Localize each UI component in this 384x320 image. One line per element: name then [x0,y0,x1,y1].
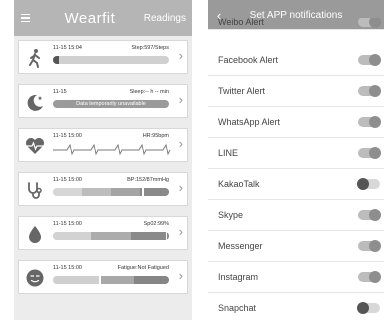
bar-segment [53,232,92,240]
notification-row[interactable]: Facebook Alert [208,45,384,76]
bar-segment [82,188,111,196]
steps-card[interactable]: 11-15 15:04 Step:597/Steps › [18,40,188,74]
notification-label: Weibo Alert [218,18,264,27]
bar-segment [99,276,135,284]
reading-time: 11-15 15:00 [53,265,82,271]
chevron-right-icon: › [178,268,183,283]
reading-time: 11-15 15:00 [53,133,82,139]
moon-icon [27,94,43,111]
face-icon [26,269,44,287]
chevron-right-icon: › [178,92,183,107]
blood-pressure-marker [142,188,144,196]
chevron-right-icon: › [178,48,183,63]
spo2-bar [53,232,169,240]
toggle-switch[interactable] [358,85,381,97]
notification-row[interactable]: WhatsApp Alert [208,107,384,138]
toggle-switch[interactable] [358,240,381,252]
spo2-marker [165,232,168,240]
app-header: Wearfit Readings [14,0,192,36]
chevron-right-icon: › [178,224,183,239]
bar-segment [53,188,82,196]
notification-row[interactable]: Instagram [208,262,384,293]
notification-label: Messenger [218,241,263,251]
toggle-knob [369,85,381,97]
notification-label: Facebook Alert [218,55,279,65]
toggle-switch[interactable] [358,18,381,28]
heart-rate-card[interactable]: 11-15 15:00 HR:95bpm › [18,128,188,162]
readings-tab[interactable]: Readings [144,13,192,24]
sleep-value: Sleep:-- h -- min [129,89,169,95]
reading-time: 11-15 15:04 [53,45,82,51]
bar-segment [130,232,169,240]
notification-label: Skype [218,210,244,220]
blood-pressure-bar [53,188,169,196]
bar-segment [140,188,169,196]
fatigue-marker [99,276,101,284]
bar-segment [53,276,100,284]
walking-icon [29,49,40,68]
chevron-right-icon: › [178,136,183,151]
toggle-knob [357,302,369,314]
notification-row[interactable]: Skype [208,200,384,231]
notification-label: Twitter Alert [218,86,266,96]
blood-pressure-value: BP:152/87mmHg [127,177,169,183]
toggle-knob [369,147,381,159]
reading-time: 11-15 [53,89,67,95]
heart-rate-value: HR:95bpm [142,133,169,139]
toggle-switch[interactable] [357,302,380,314]
toggle-knob [369,271,381,283]
notification-label: Instagram [218,272,259,282]
toggle-knob [369,54,381,66]
toggle-switch[interactable] [358,271,381,283]
notification-row[interactable]: KakaoTalk [208,169,384,200]
chevron-right-icon: › [178,180,183,195]
heart-rate-waveform [53,143,171,156]
notification-row[interactable]: Twitter Alert [208,76,384,107]
heart-pulse-icon [26,138,44,154]
toggle-knob [369,240,381,252]
spo2-value: Sp02:99% [143,221,169,227]
app-title: Wearfit [64,9,116,27]
toggle-knob [369,209,381,221]
fatigue-value: Fatigue:Not Fatigued [117,265,169,271]
step-value: Step:597/Steps [131,45,169,51]
fatigue-bar [53,276,169,284]
step-progress-bar [53,56,169,64]
notification-label: KakaoTalk [218,179,260,189]
toggle-switch[interactable] [358,116,381,128]
toggle-knob [369,116,381,128]
notification-row[interactable]: Messenger [208,231,384,262]
reading-time: 11-15 15:00 [53,221,82,227]
step-progress-fill [53,56,59,64]
menu-icon[interactable] [14,0,36,36]
sleep-bar: Data temporarily unavailable [53,100,169,108]
toggle-switch[interactable] [358,54,381,66]
sleep-unavailable-text: Data temporarily unavailable [76,101,146,107]
bar-segment [134,276,169,284]
notification-row[interactable]: Snapchat [208,293,384,320]
toggle-knob [357,178,369,190]
reading-time: 11-15 15:00 [53,177,82,183]
wearfit-readings-screen: Wearfit Readings 11-15 15:04 Step:597/St… [14,0,192,320]
sleep-card[interactable]: 11-15 Sleep:-- h -- min Data temporarily… [18,84,188,118]
notification-row[interactable]: LINE [208,138,384,169]
blood-pressure-card[interactable]: 11-15 15:00 BP:152/87mmHg › [18,172,188,206]
fatigue-card[interactable]: 11-15 15:00 Fatigue:Not Fatigued › [18,260,188,294]
toggle-switch[interactable] [357,178,380,190]
notification-label: LINE [218,148,239,158]
drop-icon [29,226,41,243]
notification-label: WhatsApp Alert [218,117,281,127]
bar-segment [111,188,140,196]
toggle-knob [369,18,381,28]
bar-segment [91,232,131,240]
notifications-screen: ‹ Set APP notifications Weibo Alert Face… [208,0,384,320]
spo2-card[interactable]: 11-15 15:00 Sp02:99% › [18,216,188,250]
toggle-switch[interactable] [358,147,381,159]
toggle-switch[interactable] [358,209,381,221]
notification-label: Snapchat [218,303,257,313]
notification-row-partial[interactable]: Weibo Alert [208,18,384,30]
stethoscope-icon [28,182,42,199]
